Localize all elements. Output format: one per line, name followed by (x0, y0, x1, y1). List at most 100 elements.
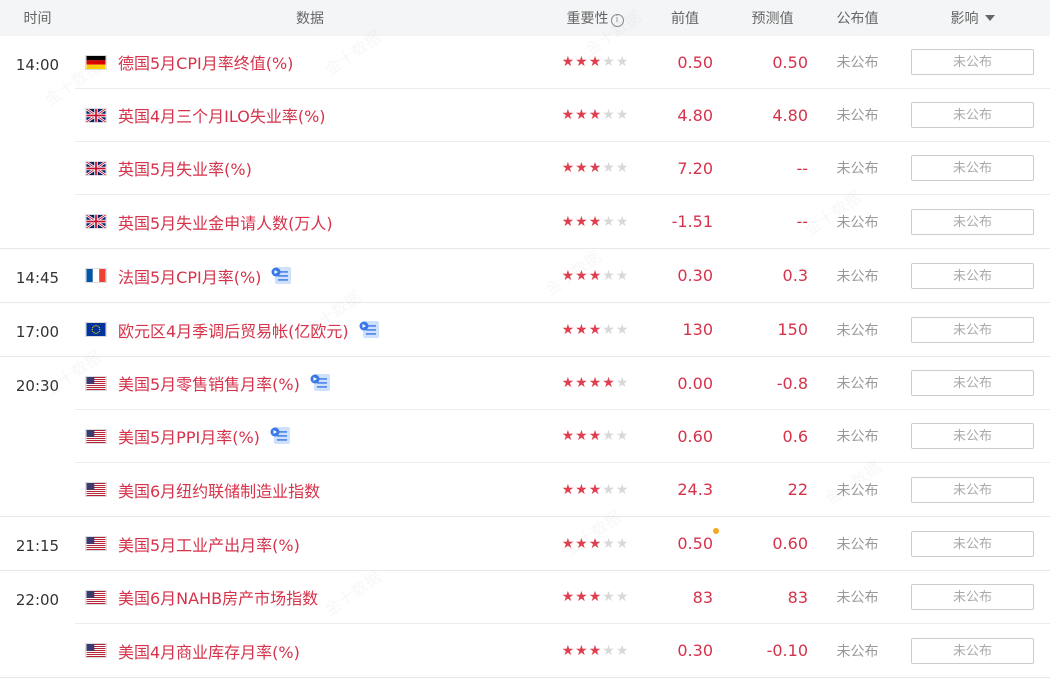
actual-value: 未公布 (836, 55, 879, 71)
document-icon[interactable] (270, 426, 292, 446)
time-group: 14:00 德国5月CPI月率终值(%) ★ ★ ★ ★ ★ 0.50 0.50 未公布 未公布 英国… (0, 36, 1050, 249)
event-title-link[interactable]: 美国6月NAHB房产市场指数 (118, 585, 318, 609)
importance-stars: ★ ★ ★ ★ ★ (545, 269, 645, 283)
usa-flag-icon (85, 482, 107, 497)
event-title-link[interactable]: 美国4月商业库存月率(%) (118, 639, 300, 663)
header-actual: 公布值 (836, 11, 879, 27)
star-icon: ★ (575, 54, 588, 70)
table-row: 美国5月PPI月率(%) ★ ★ ★ ★ ★ 0.60 0.6 未公布 未公布 (75, 410, 1050, 463)
star-icon: ★ (588, 107, 602, 123)
uk-flag-icon (85, 160, 107, 176)
info-icon[interactable]: i (610, 14, 624, 27)
effect-cell: 未公布 (895, 476, 1050, 503)
actual-value: 未公布 (836, 643, 879, 660)
star-icon: ★ (575, 321, 588, 338)
forecast-value: 22 (787, 480, 808, 499)
event-title-link[interactable]: 美国6月纽约联储制造业指数 (118, 478, 320, 502)
table-row: 德国5月CPI月率终值(%) ★ ★ ★ ★ ★ 0.50 0.50 未公布 未公布 (75, 36, 1050, 89)
star-icon: ★ (615, 54, 629, 70)
table-row: 美国6月NAHB房产市场指数 ★ ★ ★ ★ ★ 83 83 未公布 未公布 (75, 571, 1050, 624)
star-icon: ★ (588, 54, 602, 70)
header-effect-dropdown[interactable]: 影响 (895, 8, 1050, 28)
previous-value: 0.50 (645, 528, 725, 553)
effect-button[interactable]: 未公布 (911, 155, 1034, 181)
effect-cell: 未公布 (895, 584, 1050, 610)
star-icon: ★ (588, 160, 602, 176)
effect-button[interactable]: 未公布 (911, 102, 1034, 128)
effect-button[interactable]: 未公布 (911, 49, 1034, 75)
document-icon[interactable] (359, 320, 381, 340)
france-flag-icon (85, 268, 107, 283)
event-cell: 英国4月三个月ILO失业率(%) (75, 103, 545, 127)
star-icon: ★ (602, 481, 615, 498)
star-icon: ★ (615, 481, 629, 498)
importance-stars: ★ ★ ★ ★ ★ (545, 55, 645, 69)
star-icon: ★ (561, 375, 575, 391)
star-icon: ★ (561, 642, 575, 659)
previous-value: 0.50 (645, 53, 725, 72)
event-cell: 美国4月商业库存月率(%) (75, 639, 545, 663)
star-icon: ★ (602, 107, 615, 123)
actual-value: 未公布 (836, 322, 879, 339)
effect-button[interactable]: 未公布 (911, 476, 1034, 503)
star-icon: ★ (602, 267, 615, 284)
importance-stars: ★ ★ ★ ★ ★ (545, 644, 645, 658)
group-rows: 德国5月CPI月率终值(%) ★ ★ ★ ★ ★ 0.50 0.50 未公布 未公布 英国4月三个月… (75, 36, 1050, 248)
table-row: 欧元区4月季调后贸易帐(亿欧元) ★ ★ ★ ★ ★ 130 150 未公布 未公布 (75, 303, 1050, 356)
event-title-link[interactable]: 英国4月三个月ILO失业率(%) (118, 103, 326, 127)
event-title-link[interactable]: 法国5月CPI月率(%) (118, 264, 261, 288)
event-title-link[interactable]: 德国5月CPI月率终值(%) (118, 50, 293, 74)
star-icon: ★ (588, 642, 602, 659)
event-title-link[interactable]: 英国5月失业率(%) (118, 156, 252, 180)
event-cell: 法国5月CPI月率(%) (75, 264, 545, 288)
group-rows: 美国5月零售销售月率(%) ★ ★ ★ ★ ★ 0.00 -0.8 未公布 未公布 美国5月PPI月… (75, 357, 1050, 516)
event-title-link[interactable]: 美国5月PPI月率(%) (118, 424, 260, 448)
header-forecast: 预测值 (751, 11, 794, 27)
effect-button[interactable]: 未公布 (911, 370, 1034, 396)
effect-button[interactable]: 未公布 (911, 262, 1034, 289)
event-title-link[interactable]: 美国5月零售销售月率(%) (118, 371, 300, 395)
star-icon: ★ (575, 535, 588, 552)
time-group: 21:15 美国5月工业产出月率(%) ★ ★ ★ ★ ★ 0.50 0.60 未公布 未公布 (0, 517, 1050, 571)
star-icon: ★ (588, 213, 602, 230)
effect-button[interactable]: 未公布 (911, 530, 1034, 557)
table-row: 英国5月失业率(%) ★ ★ ★ ★ ★ 7.20 -- 未公布 未公布 (75, 142, 1050, 195)
effect-button[interactable]: 未公布 (911, 208, 1034, 235)
previous-value: 24.3 (645, 480, 725, 499)
star-icon: ★ (602, 535, 615, 552)
effect-button[interactable]: 未公布 (911, 637, 1034, 664)
document-icon[interactable] (271, 266, 293, 286)
previous-value-text: 0.30 (677, 266, 713, 285)
table-body: 14:00 德国5月CPI月率终值(%) ★ ★ ★ ★ ★ 0.50 0.50 未公布 未公布 英国… (0, 36, 1050, 678)
group-rows: 法国5月CPI月率(%) ★ ★ ★ ★ ★ 0.30 0.3 未公布 未公布 (75, 249, 1050, 302)
star-icon: ★ (561, 267, 575, 284)
event-cell: 美国5月PPI月率(%) (75, 424, 545, 448)
actual-value: 未公布 (836, 536, 879, 553)
star-icon: ★ (575, 428, 588, 444)
header-data: 数据 (296, 11, 324, 27)
previous-value: -1.51 (645, 212, 725, 231)
effect-button[interactable]: 未公布 (911, 423, 1034, 449)
event-title-link[interactable]: 欧元区4月季调后贸易帐(亿欧元) (118, 318, 349, 342)
actual-value: 未公布 (836, 376, 879, 392)
importance-stars: ★ ★ ★ ★ ★ (545, 376, 645, 390)
effect-cell: 未公布 (895, 102, 1050, 128)
effect-button[interactable]: 未公布 (911, 584, 1034, 610)
actual-value: 未公布 (836, 482, 879, 499)
previous-value-text: 24.3 (677, 480, 713, 499)
star-icon: ★ (575, 589, 588, 605)
star-icon: ★ (588, 375, 602, 391)
event-title-link[interactable]: 英国5月失业金申请人数(万人) (118, 210, 333, 234)
header-previous: 前值 (671, 11, 699, 27)
eu-flag-icon (85, 322, 107, 337)
previous-value: 0.30 (645, 266, 725, 285)
previous-value-text: 0.50 (677, 52, 713, 72)
star-icon: ★ (615, 589, 629, 605)
effect-cell: 未公布 (895, 637, 1050, 664)
event-cell: 英国5月失业率(%) (75, 156, 545, 180)
event-title-link[interactable]: 美国5月工业产出月率(%) (118, 532, 300, 556)
importance-stars: ★ ★ ★ ★ ★ (545, 108, 645, 122)
effect-button[interactable]: 未公布 (911, 316, 1034, 343)
previous-value-text: 0.00 (677, 373, 713, 393)
document-icon[interactable] (310, 373, 332, 393)
